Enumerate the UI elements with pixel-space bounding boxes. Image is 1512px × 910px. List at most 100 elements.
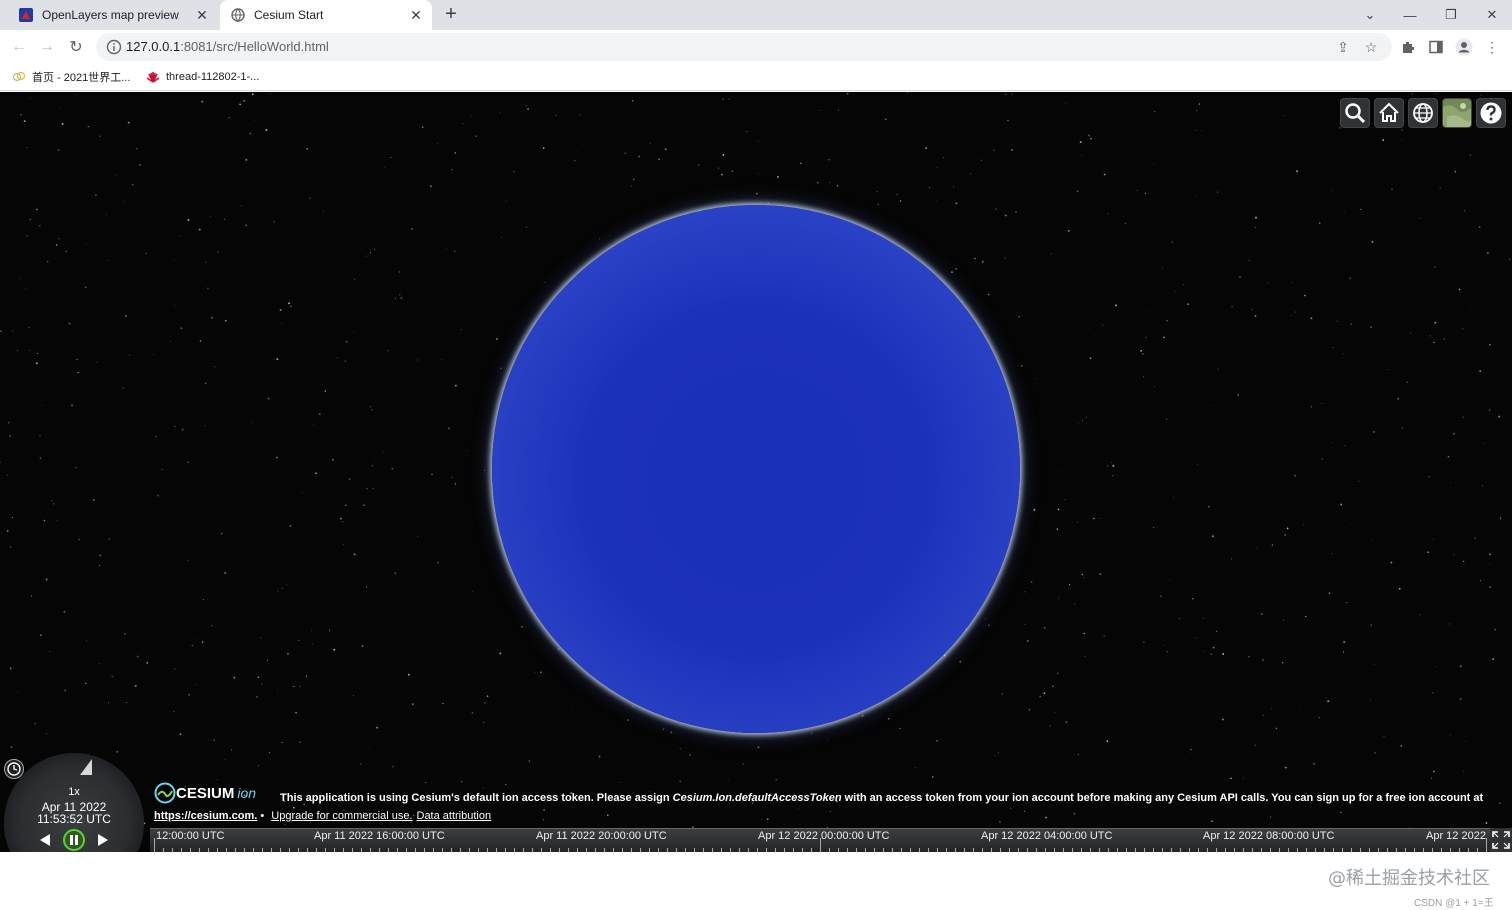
star: [75, 466, 77, 469]
star: [234, 546, 236, 547]
star: [281, 322, 283, 324]
star: [1248, 259, 1250, 262]
star: [1163, 644, 1165, 646]
tab-openlayers[interactable]: OpenLayers map preview ✕: [8, 0, 218, 30]
star: [249, 132, 251, 135]
address-bar[interactable]: 127.0.0.1:8081/src/HelloWorld.html ⇪ ☆: [96, 33, 1392, 61]
pause-button[interactable]: [63, 829, 85, 851]
tab-search-chevron-icon[interactable]: ⌄: [1350, 0, 1390, 30]
star: [1382, 139, 1385, 142]
geocoder-search-button[interactable]: [1340, 98, 1370, 128]
star: [1230, 558, 1233, 560]
fullscreen-button[interactable]: [1490, 828, 1512, 852]
star: [1083, 577, 1085, 579]
star: [1439, 187, 1441, 189]
star: [374, 248, 376, 250]
side-panel-icon[interactable]: [1426, 37, 1446, 57]
minimize-icon[interactable]: —: [1390, 0, 1430, 30]
star-icon[interactable]: ☆: [1362, 38, 1380, 56]
star: [1111, 462, 1113, 464]
watermark-sub: CSDN @1 + 1=王: [1414, 898, 1494, 909]
star: [936, 739, 939, 742]
star: [1488, 409, 1491, 412]
new-tab-button[interactable]: +: [440, 4, 462, 26]
star: [1160, 595, 1162, 597]
star: [261, 683, 263, 685]
star: [191, 644, 194, 647]
star: [45, 732, 47, 734]
globe[interactable]: [492, 205, 1020, 733]
close-icon[interactable]: ✕: [406, 5, 426, 25]
data-attribution-link[interactable]: Data attribution: [417, 810, 492, 822]
star: [1479, 580, 1482, 582]
cesium-link[interactable]: https://cesium.com.: [154, 810, 257, 822]
star: [1313, 763, 1315, 765]
star: [829, 182, 831, 183]
star: [728, 98, 730, 100]
star: [1034, 378, 1036, 380]
play-forward-button[interactable]: [92, 829, 114, 851]
timeline[interactable]: 12:00:00 UTC Apr 11 2022 16:00:00 UTC Ap…: [150, 828, 1490, 852]
star: [722, 98, 724, 100]
star: [65, 250, 67, 253]
star: [293, 685, 295, 688]
star: [299, 741, 301, 743]
base-layer-picker-button[interactable]: [1442, 98, 1472, 128]
star: [1195, 129, 1197, 131]
menu-kebab-icon[interactable]: ⋮: [1482, 37, 1502, 57]
star: [1311, 406, 1313, 408]
star: [76, 358, 78, 360]
star: [914, 766, 916, 768]
info-icon[interactable]: [106, 39, 122, 55]
star: [1045, 816, 1048, 819]
bookmark-item[interactable]: 首页 - 2021世界工...: [12, 68, 130, 86]
shuttle-ring-pointer-icon[interactable]: [78, 757, 96, 777]
star: [365, 354, 367, 355]
star: [1391, 188, 1393, 190]
star: [395, 297, 396, 299]
home-button[interactable]: [1374, 98, 1404, 128]
profile-avatar-icon[interactable]: [1454, 37, 1474, 57]
star: [1197, 464, 1198, 465]
back-icon[interactable]: ←: [8, 36, 30, 58]
realtime-clock-button[interactable]: [4, 759, 24, 779]
reload-icon[interactable]: ↻: [65, 36, 87, 58]
bookmark-item[interactable]: thread-112802-1-...: [146, 68, 259, 86]
cesium-ion-logo[interactable]: CESIUM ion: [154, 782, 256, 804]
star: [1102, 324, 1104, 326]
extensions-icon[interactable]: [1398, 37, 1418, 57]
star: [800, 162, 802, 165]
star: [360, 763, 362, 765]
star: [816, 181, 819, 184]
star: [1410, 332, 1412, 334]
star: [1021, 365, 1023, 367]
star: [1449, 623, 1450, 625]
play-reverse-button[interactable]: [34, 829, 56, 851]
window-close-icon[interactable]: ✕: [1472, 0, 1512, 30]
scene-mode-button[interactable]: [1408, 98, 1438, 128]
share-icon[interactable]: ⇪: [1334, 38, 1352, 56]
close-icon[interactable]: ✕: [192, 5, 212, 25]
tab-cesium-start[interactable]: Cesium Start ✕: [220, 0, 432, 30]
star: [1282, 662, 1284, 664]
star: [352, 694, 354, 696]
url-path: :8081/src/HelloWorld.html: [180, 39, 329, 54]
help-button[interactable]: [1476, 98, 1506, 128]
star: [1011, 149, 1013, 151]
star: [981, 260, 984, 263]
star: [161, 468, 163, 470]
star: [471, 591, 473, 593]
forward-icon[interactable]: →: [36, 36, 58, 58]
star: [1435, 92, 1437, 94]
star: [35, 362, 38, 365]
star: [9, 435, 11, 437]
cesium-viewer[interactable]: 1x Apr 11 2022 11:53:52 UTC CESIUM ion T…: [0, 92, 1512, 852]
upgrade-link[interactable]: Upgrade for commercial use.: [271, 810, 412, 822]
star: [877, 203, 879, 206]
star: [59, 107, 60, 108]
star: [1459, 665, 1462, 668]
star: [1318, 222, 1321, 224]
star: [742, 763, 744, 765]
restore-icon[interactable]: ❐: [1431, 0, 1471, 30]
default-token-warning: This application is using Cesium's defau…: [280, 792, 1483, 804]
